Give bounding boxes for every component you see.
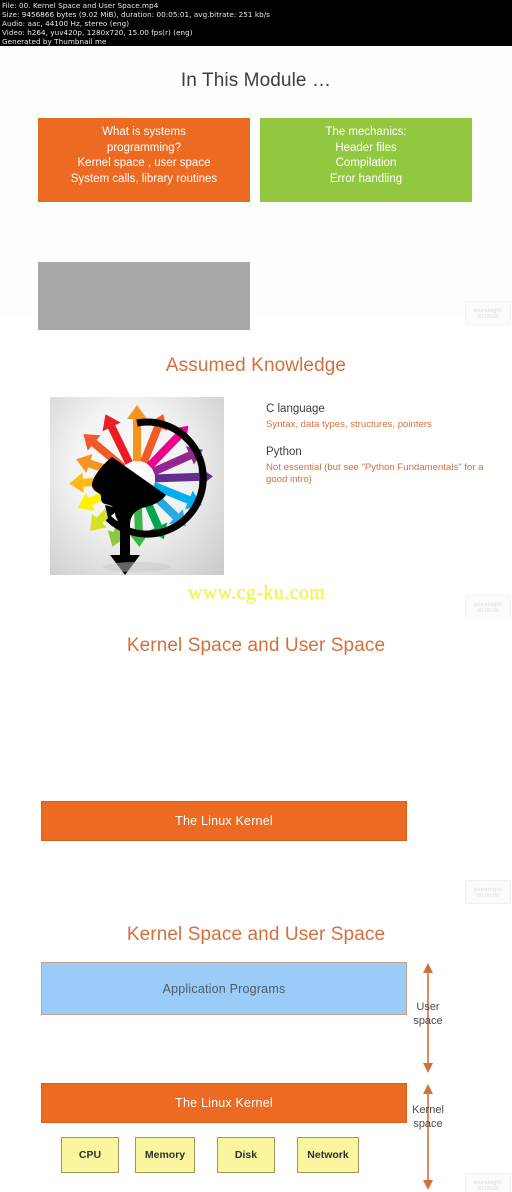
topic-line: The mechanics: xyxy=(325,126,407,138)
kernel-space-label-line2: space xyxy=(413,1118,443,1130)
user-space-label-line1: User xyxy=(416,1001,440,1013)
pluralsight-watermark: pluralsight 00:00:00 xyxy=(465,301,511,325)
linux-kernel-bar: The Linux Kernel xyxy=(41,1083,407,1123)
pluralsight-watermark: pluralsight 00:00:00 xyxy=(465,595,511,619)
head-with-arrows-icon xyxy=(69,405,213,575)
pluralsight-watermark: pluralsight 00:00:00 xyxy=(465,880,511,904)
thumbnail-sheet: File: 00. Kernel Space and User Space.mp… xyxy=(0,0,512,1192)
hardware-box-cpu: CPU xyxy=(61,1137,119,1173)
brand-timecode: 00:00:00 xyxy=(476,608,500,614)
metadata-line-audio: Audio: aac, 44100 Hz, stereo (eng) xyxy=(2,19,130,28)
knowledge-heading-python: Python xyxy=(266,445,302,458)
metadata-line-file: File: 00. Kernel Space and User Space.mp… xyxy=(2,1,159,10)
brand-timecode: 00:00:00 xyxy=(476,893,500,899)
topic-line: System calls, library routines xyxy=(70,172,218,185)
pluralsight-watermark: pluralsight 00:00:00 xyxy=(465,1173,511,1192)
page-title: Kernel Space and User Space xyxy=(126,635,386,656)
page-title: Assumed Knowledge xyxy=(165,355,347,376)
slide-assumed-knowledge: Assumed Knowledge C language Syntax, dat… xyxy=(0,330,512,619)
topic-line: Kernel space , user space xyxy=(77,157,211,169)
topic-line: Header files xyxy=(335,141,397,154)
knowledge-heading-c: C language xyxy=(266,403,325,415)
page-title: In This Module … xyxy=(180,70,332,91)
metadata-line-video: Video: h264, yuv420p, 1280x720, 15.00 fp… xyxy=(2,28,193,37)
knowledge-detail-python: Not essential (but see "Python Fundament… xyxy=(266,461,484,486)
metadata-line-size: Size: 9456866 bytes (9.02 MiB), duration… xyxy=(2,10,270,19)
page-title: Kernel Space and User Space xyxy=(126,924,386,945)
site-url-watermark: www.cg-ku.com xyxy=(188,582,326,604)
hardware-box-network: Network xyxy=(297,1137,359,1173)
hardware-box-disk: Disk xyxy=(217,1137,275,1173)
metadata-line-generator: Generated by Thumbnail me xyxy=(2,37,107,46)
knowledge-detail-c: Syntax, data types, structures, pointers xyxy=(266,419,432,430)
brand-timecode: 00:00:00 xyxy=(476,1186,500,1192)
slide-kernel-space-1: Kernel Space and User Space The Linux Ke… xyxy=(0,617,512,905)
kernel-space-arrow-icon xyxy=(423,1084,433,1190)
kernel-space-label: Kernel space xyxy=(400,1103,456,1131)
brand-timecode: 00:00:00 xyxy=(476,314,500,320)
assumed-knowledge-list: C language Syntax, data types, structure… xyxy=(266,402,484,487)
kernel-space-label-line1: Kernel xyxy=(412,1104,444,1116)
brainstorm-illustration xyxy=(50,397,224,575)
user-space-label: User space xyxy=(400,1000,456,1028)
topic-line: programming? xyxy=(106,141,182,154)
user-space-label-line2: space xyxy=(413,1015,443,1027)
slide-in-this-module: In This Module … What is systems program… xyxy=(0,46,512,346)
video-metadata-header: File: 00. Kernel Space and User Space.mp… xyxy=(0,0,512,46)
topic-box-systems-programming: What is systems programming? Kernel spac… xyxy=(38,118,250,202)
slide-kernel-space-2: Kernel Space and User Space Application … xyxy=(0,905,512,1192)
hardware-box-memory: Memory xyxy=(135,1137,195,1173)
topic-line: Compilation xyxy=(335,157,397,169)
topic-line: What is systems xyxy=(102,126,186,138)
linux-kernel-bar: The Linux Kernel xyxy=(41,801,407,841)
topic-box-mechanics: The mechanics: Header files Compilation … xyxy=(260,118,472,202)
application-programs-bar: Application Programs xyxy=(41,962,407,1015)
topic-line: Error handling xyxy=(329,172,403,185)
